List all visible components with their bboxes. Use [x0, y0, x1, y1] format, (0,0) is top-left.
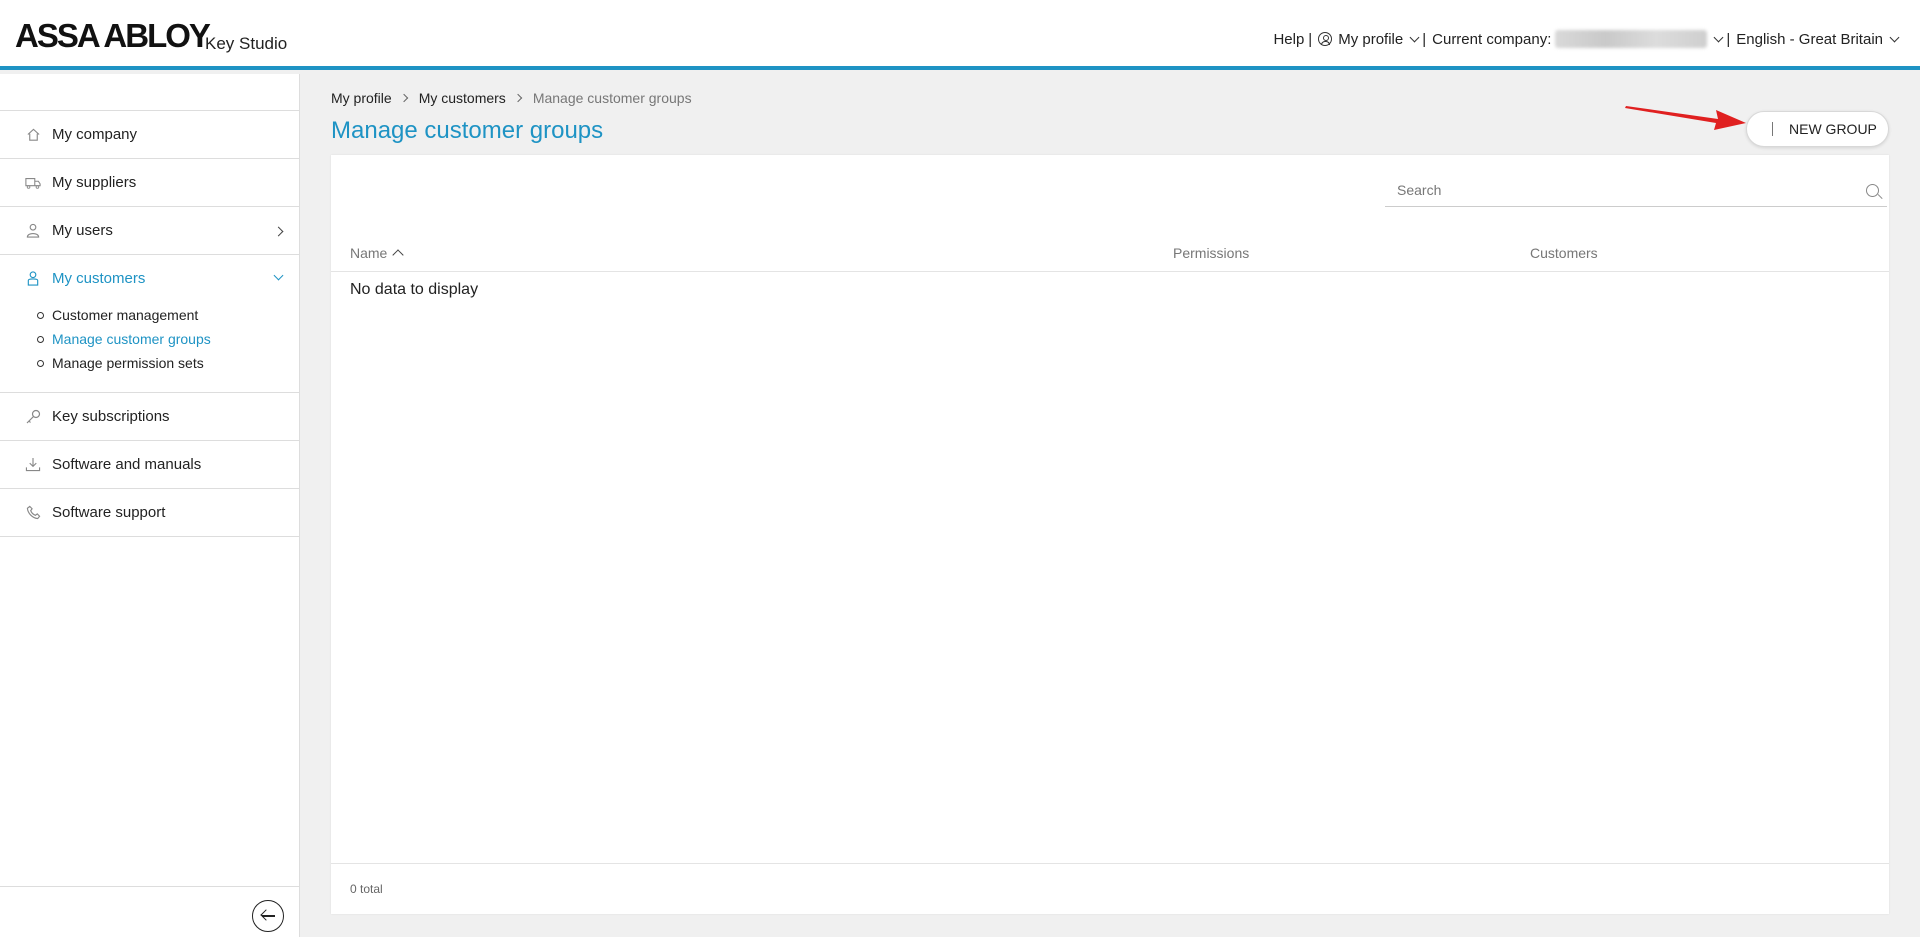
breadcrumb-my-profile[interactable]: My profile [331, 90, 392, 106]
current-company-label: Current company: [1432, 30, 1552, 48]
chevron-down-icon [1409, 32, 1420, 42]
sidebar-item-label: My suppliers [52, 174, 137, 191]
collapse-sidebar-icon[interactable] [252, 900, 284, 932]
header-nav: Help | My profile | Current company: | E… [1273, 30, 1900, 48]
download-icon [25, 457, 41, 473]
sidebar-item-label: My customers [52, 270, 146, 287]
sidebar-item-label: My users [52, 222, 113, 239]
header-separator: | [1726, 30, 1731, 48]
user-circle-icon [1318, 32, 1333, 46]
chevron-right-icon [273, 226, 284, 237]
empty-state-text: No data to display [350, 281, 479, 298]
header-separator: | [1422, 30, 1427, 48]
breadcrumb: My profile My customers Manage customer … [331, 90, 692, 106]
subnav-manage-permission-sets[interactable]: Manage permission sets [37, 351, 211, 375]
column-header-label: Name [350, 245, 388, 261]
top-header: ASSA ABLOY Key Studio Help | My profile … [0, 0, 1920, 70]
my-profile-menu[interactable]: My profile [1318, 30, 1420, 48]
chevron-down-icon [1889, 32, 1900, 42]
key-icon [25, 409, 41, 425]
sidebar-item-software-support[interactable]: Software support [0, 488, 300, 536]
sidebar-item-label: Software and manuals [52, 456, 202, 473]
company-name-redacted [1555, 30, 1708, 48]
sidebar-item-label: My company [52, 126, 138, 143]
search-box [1385, 175, 1887, 207]
sidebar-item-my-company[interactable]: My company [0, 110, 300, 158]
column-header-permissions[interactable]: Permissions [1173, 245, 1249, 261]
column-header-label: Customers [1530, 245, 1598, 261]
current-company-selector[interactable]: Current company: [1432, 30, 1724, 48]
subnav-manage-customer-groups[interactable]: Manage customer groups [37, 327, 211, 351]
table-footer-divider [331, 863, 1889, 864]
sidebar-item-key-subscriptions[interactable]: Key subscriptions [0, 392, 300, 440]
sidebar-item-software-and-manuals[interactable]: Software and manuals [0, 440, 300, 488]
header-separator: | [1308, 30, 1313, 48]
phone-icon [25, 505, 41, 521]
my-customers-subnav: Customer management Manage customer grou… [37, 303, 211, 375]
sidebar-divider [0, 536, 300, 537]
column-header-name[interactable]: Name [350, 245, 405, 261]
sidebar-item-my-customers[interactable]: My customers [0, 254, 300, 302]
plus-icon [1767, 122, 1779, 136]
subnav-customer-management[interactable]: Customer management [37, 303, 211, 327]
column-header-label: Permissions [1173, 245, 1250, 261]
new-group-label: NEW GROUP [1789, 121, 1877, 137]
breadcrumb-my-customers[interactable]: My customers [419, 90, 506, 106]
chevron-right-icon [513, 93, 523, 103]
annotation-arrow-icon [1625, 106, 1746, 130]
sidebar-item-my-suppliers[interactable]: My suppliers [0, 158, 300, 206]
language-label: English - Great Britain [1736, 30, 1883, 48]
new-group-button[interactable]: NEW GROUP [1746, 111, 1889, 147]
column-header-customers[interactable]: Customers [1530, 245, 1598, 261]
assa-abloy-logo[interactable]: ASSA ABLOY [15, 17, 211, 55]
page-title: Manage customer groups [331, 117, 604, 144]
help-link[interactable]: Help [1273, 31, 1304, 48]
language-selector[interactable]: English - Great Britain [1736, 30, 1900, 48]
table-header: Name Permissions Customers [331, 242, 1889, 272]
sidebar-item-label: Software support [52, 504, 166, 521]
app-name: Key Studio [205, 34, 288, 53]
sidebar: My company My suppliers My users My cust… [0, 74, 300, 937]
search-input[interactable] [1385, 175, 1845, 205]
search-icon[interactable] [1866, 184, 1879, 197]
chevron-down-icon [273, 270, 284, 281]
sidebar-footer-divider [0, 886, 300, 887]
sidebar-item-label: Key subscriptions [52, 408, 170, 425]
home-icon [25, 127, 41, 143]
user-icon [25, 223, 41, 239]
total-count: 0 total [350, 882, 383, 896]
customer-groups-panel: Name Permissions Customers No data to di… [331, 155, 1889, 914]
truck-icon [25, 175, 41, 191]
chevron-right-icon [399, 93, 408, 103]
customers-icon [25, 271, 41, 287]
sidebar-item-my-users[interactable]: My users [0, 206, 300, 254]
breadcrumb-current: Manage customer groups [532, 90, 692, 106]
sort-ascending-icon [392, 249, 405, 261]
my-profile-label: My profile [1338, 30, 1404, 48]
chevron-down-icon [1713, 32, 1724, 42]
